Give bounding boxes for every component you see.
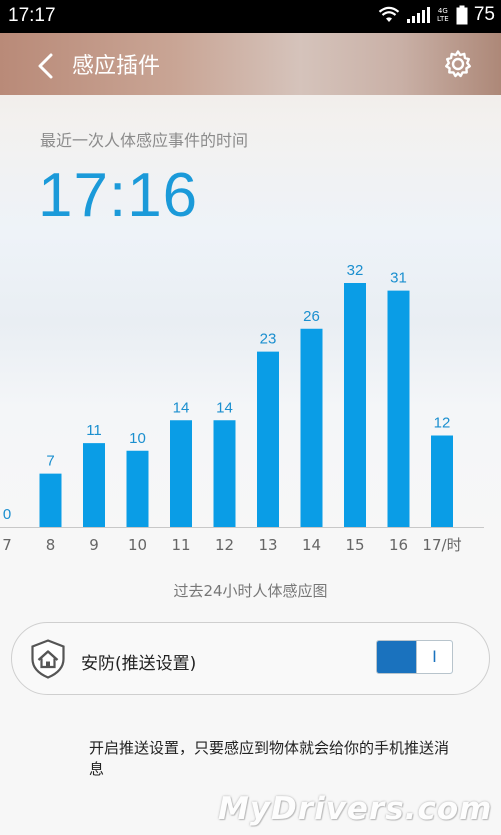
back-arrow-icon[interactable] xyxy=(32,52,60,80)
status-bar: 17:17 4G LTE 75 xyxy=(0,0,501,33)
push-description: 开启推送设置，只要感应到物体就会给你的手机推送消息 xyxy=(89,739,450,778)
chart-value-label: 26 xyxy=(303,308,320,325)
network-type: 4G LTE xyxy=(437,7,449,23)
chart-tick-label: 13 xyxy=(258,536,277,554)
status-icons: 4G LTE 75 xyxy=(378,4,495,26)
chart-tick-label: 16 xyxy=(389,536,408,554)
chart-tick-label: 8 xyxy=(46,536,56,554)
chart-value-label: 32 xyxy=(347,262,364,279)
recent-event-time: 17:16 xyxy=(38,161,199,230)
status-time: 17:17 xyxy=(8,5,56,26)
chart-bar xyxy=(170,420,192,527)
chart-bar xyxy=(213,420,236,527)
home-shield-icon xyxy=(31,639,65,679)
chart-title: 过去24小时人体感应图 xyxy=(173,582,328,600)
recent-event-label: 最近一次人体感应事件的时间 xyxy=(40,131,249,150)
chart-tick-label: 12 xyxy=(215,536,234,554)
chart-value-label: 14 xyxy=(173,399,190,416)
chart-tick-label: 15 xyxy=(345,536,364,554)
motion-bar-chart: 0 7 7 8 11 9 10 10 14 11 14 12 23 13 26 14 32 15 31 16 12 17/… xyxy=(0,262,484,554)
chart-value-label: 11 xyxy=(86,422,102,439)
chart-tick-label: 10 xyxy=(128,536,147,554)
chart-bar xyxy=(344,283,366,527)
battery-level: 75 xyxy=(473,4,495,25)
security-push-label: 安防(推送设置) xyxy=(81,654,197,674)
watermark: MyDrivers.com xyxy=(218,791,493,827)
chart-value-label: 10 xyxy=(129,430,146,447)
chart-value-label: 31 xyxy=(390,270,407,287)
gear-icon[interactable] xyxy=(443,49,473,79)
chart-bar xyxy=(257,351,279,527)
chart-bar xyxy=(300,328,323,527)
toggle-knob[interactable]: I xyxy=(416,641,452,673)
chart-tick-label: 11 xyxy=(171,536,190,554)
page-title: 感应插件 xyxy=(72,54,161,79)
chart-value-label: 14 xyxy=(216,399,233,416)
chart-value-label: 23 xyxy=(260,331,277,348)
battery-icon xyxy=(456,5,468,25)
chart-bar xyxy=(387,290,410,527)
chart-value-label: 0 xyxy=(3,506,11,523)
chart-tick-label: 9 xyxy=(89,536,99,554)
chart-bar xyxy=(126,450,149,527)
signal-icon xyxy=(406,7,430,23)
push-toggle[interactable]: I xyxy=(376,640,453,674)
chart-tick-label: 7 xyxy=(2,536,12,554)
chart-tick-label: 14 xyxy=(302,536,321,554)
chart-bar xyxy=(83,443,105,527)
chart-bar xyxy=(39,473,62,527)
wifi-icon xyxy=(378,6,400,22)
chart-value-label: 12 xyxy=(434,415,451,432)
chart-tick-label: 17/时 xyxy=(422,536,461,554)
chart-bar xyxy=(431,435,453,527)
chart-value-label: 7 xyxy=(46,453,54,470)
